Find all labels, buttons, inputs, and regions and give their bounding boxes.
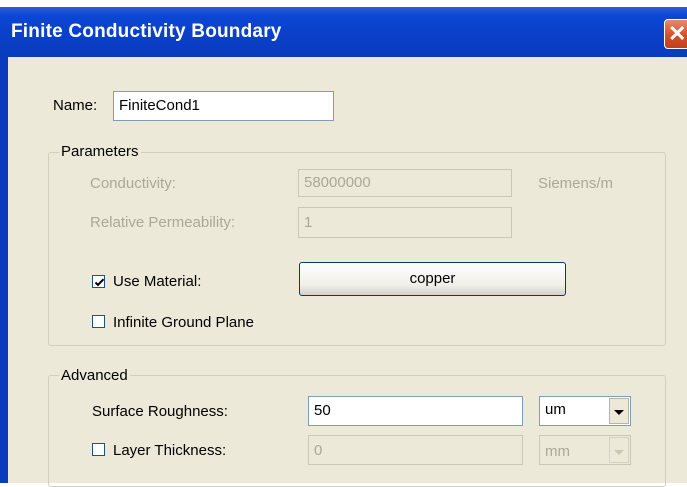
roughness-unit-value: um	[545, 401, 566, 418]
close-button[interactable]: ✕	[664, 19, 687, 49]
chevron-down-icon	[614, 410, 624, 415]
advanced-group-label: Advanced	[59, 367, 130, 384]
dropdown-button[interactable]	[609, 437, 629, 463]
window-title: Finite Conductivity Boundary	[11, 21, 282, 42]
parameters-group-label: Parameters	[59, 143, 141, 160]
permeability-label: Relative Permeability:	[90, 214, 236, 231]
name-label: Name:	[53, 97, 98, 114]
surface-roughness-input[interactable]: 50	[308, 396, 523, 426]
thickness-unit-value: mm	[545, 443, 570, 460]
conductivity-unit: Siemens/m	[538, 175, 614, 192]
material-button[interactable]: copper	[299, 262, 566, 296]
infinite-ground-plane-label: Infinite Ground Plane	[113, 314, 254, 331]
conductivity-input[interactable]: 58000000	[298, 169, 512, 197]
use-material-checkbox[interactable]	[92, 275, 105, 288]
thickness-unit-select[interactable]: mm	[539, 435, 631, 465]
chevron-down-icon	[614, 450, 624, 455]
window-border	[0, 57, 8, 483]
use-material-label: Use Material:	[113, 273, 202, 290]
checkmark-icon	[94, 278, 105, 287]
roughness-unit-select[interactable]: um	[539, 396, 631, 426]
name-input[interactable]: FiniteCond1	[113, 91, 334, 121]
layer-thickness-label: Layer Thickness:	[113, 442, 227, 459]
layer-thickness-input[interactable]: 0	[308, 435, 523, 465]
close-icon: ✕	[668, 21, 687, 46]
surface-roughness-label: Surface Roughness:	[92, 403, 228, 420]
dropdown-button[interactable]	[609, 398, 629, 424]
dialog-body: Name: FiniteCond1 Parameters Conductivit…	[8, 57, 687, 487]
conductivity-label: Conductivity:	[90, 175, 176, 192]
title-bar[interactable]: Finite Conductivity Boundary ✕	[0, 7, 687, 57]
layer-thickness-checkbox[interactable]	[92, 443, 105, 456]
permeability-input[interactable]: 1	[298, 207, 512, 238]
advanced-group	[48, 375, 666, 487]
infinite-ground-plane-checkbox[interactable]	[92, 315, 105, 328]
